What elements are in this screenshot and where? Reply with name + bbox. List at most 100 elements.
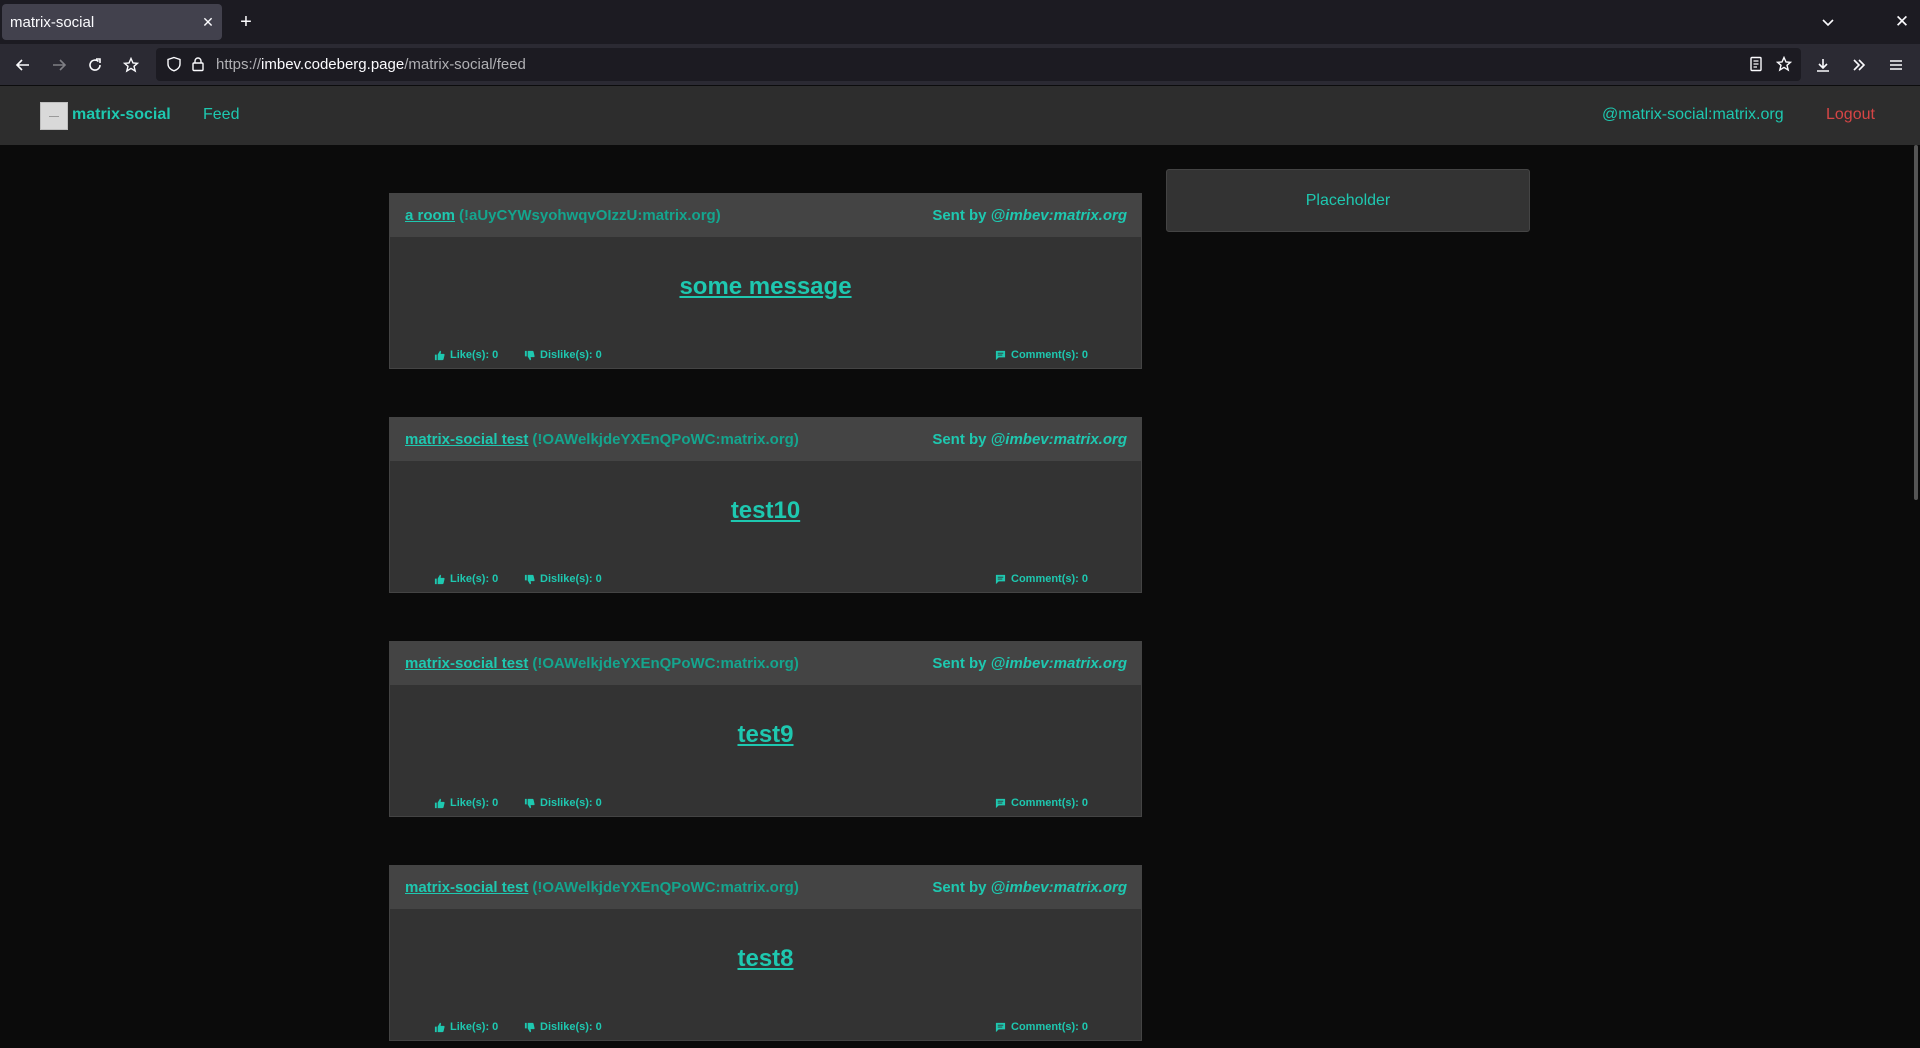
post-header: matrix-social test (!OAWelkjdeYXEnQPoWC:m…: [390, 866, 1141, 909]
post-message[interactable]: test10: [390, 497, 1141, 525]
url-bar[interactable]: https://imbev.codeberg.page/matrix-socia…: [156, 48, 1801, 81]
like-count: Like(s): 0: [450, 573, 499, 585]
sender[interactable]: @imbev:matrix.org: [991, 655, 1127, 672]
like-button[interactable]: Like(s): 0: [434, 349, 498, 361]
thumbs-down-icon: [524, 574, 535, 584]
sent-by-label: Sent by: [932, 655, 987, 672]
post-header: matrix-social test (!OAWelkjdeYXEnQPoWC:m…: [390, 642, 1141, 685]
hamburger-menu-icon[interactable]: [1881, 50, 1911, 80]
page-scrollbar[interactable]: [1914, 145, 1918, 500]
brand-link[interactable]: matrix-social: [72, 106, 171, 124]
thumbs-up-icon: [434, 1022, 445, 1032]
sent-by: Sent by @imbev:matrix.org: [932, 655, 1127, 672]
like-count: Like(s): 0: [450, 349, 499, 361]
post-card: a room (!aUyCYWsyohwqvOIzzU:matrix.org) S…: [389, 193, 1142, 369]
chevron-down-icon[interactable]: [1814, 8, 1842, 36]
dislike-button[interactable]: Dislike(s): 0: [524, 349, 602, 361]
window-close-icon[interactable]: ✕: [1888, 8, 1916, 36]
dislike-button[interactable]: Dislike(s): 0: [524, 1021, 602, 1033]
like-count: Like(s): 0: [450, 1021, 499, 1033]
comment-count: Comment(s): 0: [1011, 349, 1089, 361]
url-scheme: https://: [216, 56, 262, 73]
logo-image-icon[interactable]: [40, 102, 68, 130]
sent-by-label: Sent by: [932, 431, 987, 448]
logout-link[interactable]: Logout: [1826, 106, 1875, 124]
dislike-button[interactable]: Dislike(s): 0: [524, 573, 602, 585]
tab-title: matrix-social: [10, 13, 95, 31]
sender[interactable]: @imbev:matrix.org: [991, 207, 1127, 224]
dislike-count: Dislike(s): 0: [540, 349, 602, 361]
like-count: Like(s): 0: [450, 797, 499, 809]
url-text[interactable]: https://imbev.codeberg.page/matrix-socia…: [216, 56, 526, 73]
back-arrow-icon[interactable]: [8, 50, 38, 80]
room-name: matrix-social test: [405, 655, 529, 672]
nav-feed-link[interactable]: Feed: [203, 106, 239, 124]
comment-count: Comment(s): 0: [1011, 797, 1089, 809]
sender[interactable]: @imbev:matrix.org: [991, 431, 1127, 448]
room-link[interactable]: matrix-social test (!OAWelkjdeYXEnQPoWC:m…: [405, 431, 799, 448]
reload-icon[interactable]: [80, 50, 110, 80]
sidebar-placeholder: Placeholder: [1166, 169, 1530, 232]
room-id: (!aUyCYWsyohwqvOIzzU:matrix.org): [459, 207, 721, 224]
browser-tab[interactable]: matrix-social ✕: [2, 4, 222, 40]
room-link[interactable]: a room (!aUyCYWsyohwqvOIzzU:matrix.org): [405, 207, 721, 224]
room-id: (!OAWelkjdeYXEnQPoWC:matrix.org): [532, 431, 799, 448]
room-id: (!OAWelkjdeYXEnQPoWC:matrix.org): [532, 655, 799, 672]
post-message[interactable]: test8: [390, 945, 1141, 973]
like-button[interactable]: Like(s): 0: [434, 797, 498, 809]
browser-navbar: https://imbev.codeberg.page/matrix-socia…: [0, 44, 1920, 86]
bookmark-star-icon[interactable]: [1775, 55, 1793, 77]
lock-icon[interactable]: [190, 56, 206, 77]
comment-button[interactable]: Comment(s): 0: [995, 349, 1088, 361]
reader-view-icon[interactable]: [1748, 56, 1764, 77]
sender[interactable]: @imbev:matrix.org: [991, 879, 1127, 896]
sent-by-label: Sent by: [932, 879, 987, 896]
user-id-link[interactable]: @matrix-social:matrix.org: [1602, 106, 1784, 124]
thumbs-up-icon: [434, 350, 445, 360]
room-name: matrix-social test: [405, 431, 529, 448]
comment-icon: [995, 1022, 1006, 1032]
post-header: a room (!aUyCYWsyohwqvOIzzU:matrix.org) S…: [390, 194, 1141, 237]
comment-button[interactable]: Comment(s): 0: [995, 1021, 1088, 1033]
comment-button[interactable]: Comment(s): 0: [995, 797, 1088, 809]
thumbs-down-icon: [524, 350, 535, 360]
url-path: /matrix-social/feed: [404, 56, 526, 73]
shield-icon[interactable]: [166, 56, 182, 77]
dislike-count: Dislike(s): 0: [540, 573, 602, 585]
post-card: matrix-social test (!OAWelkjdeYXEnQPoWC:m…: [389, 417, 1142, 593]
new-tab-icon[interactable]: +: [232, 8, 260, 36]
comment-button[interactable]: Comment(s): 0: [995, 573, 1088, 585]
overflow-chevrons-icon[interactable]: [1844, 50, 1874, 80]
browser-tabbar: matrix-social ✕ + ✕: [0, 0, 1920, 44]
thumbs-up-icon: [434, 798, 445, 808]
url-host: imbev.codeberg.page: [261, 56, 405, 73]
sent-by: Sent by @imbev:matrix.org: [932, 207, 1127, 224]
post-header: matrix-social test (!OAWelkjdeYXEnQPoWC:m…: [390, 418, 1141, 461]
post-message[interactable]: some message: [390, 273, 1141, 301]
comment-count: Comment(s): 0: [1011, 573, 1089, 585]
like-button[interactable]: Like(s): 0: [434, 573, 498, 585]
sent-by: Sent by @imbev:matrix.org: [932, 431, 1127, 448]
comment-icon: [995, 350, 1006, 360]
thumbs-down-icon: [524, 1022, 535, 1032]
room-id: (!OAWelkjdeYXEnQPoWC:matrix.org): [532, 879, 799, 896]
post-card: matrix-social test (!OAWelkjdeYXEnQPoWC:m…: [389, 865, 1142, 1041]
dislike-count: Dislike(s): 0: [540, 797, 602, 809]
thumbs-up-icon: [434, 574, 445, 584]
room-name: a room: [405, 207, 456, 224]
post-card: matrix-social test (!OAWelkjdeYXEnQPoWC:m…: [389, 641, 1142, 817]
site-header: matrix-social Feed @matrix-social:matrix…: [0, 86, 1920, 145]
downloads-icon[interactable]: [1808, 50, 1838, 80]
room-link[interactable]: matrix-social test (!OAWelkjdeYXEnQPoWC:m…: [405, 655, 799, 672]
room-name: matrix-social test: [405, 879, 529, 896]
dislike-button[interactable]: Dislike(s): 0: [524, 797, 602, 809]
post-message[interactable]: test9: [390, 721, 1141, 749]
tab-close-icon[interactable]: ✕: [194, 8, 222, 36]
sent-by-label: Sent by: [932, 207, 987, 224]
like-button[interactable]: Like(s): 0: [434, 1021, 498, 1033]
bookmark-star-toolbar-icon[interactable]: [116, 50, 146, 80]
forward-arrow-icon[interactable]: [44, 50, 74, 80]
thumbs-down-icon: [524, 798, 535, 808]
dislike-count: Dislike(s): 0: [540, 1021, 602, 1033]
room-link[interactable]: matrix-social test (!OAWelkjdeYXEnQPoWC:m…: [405, 879, 799, 896]
